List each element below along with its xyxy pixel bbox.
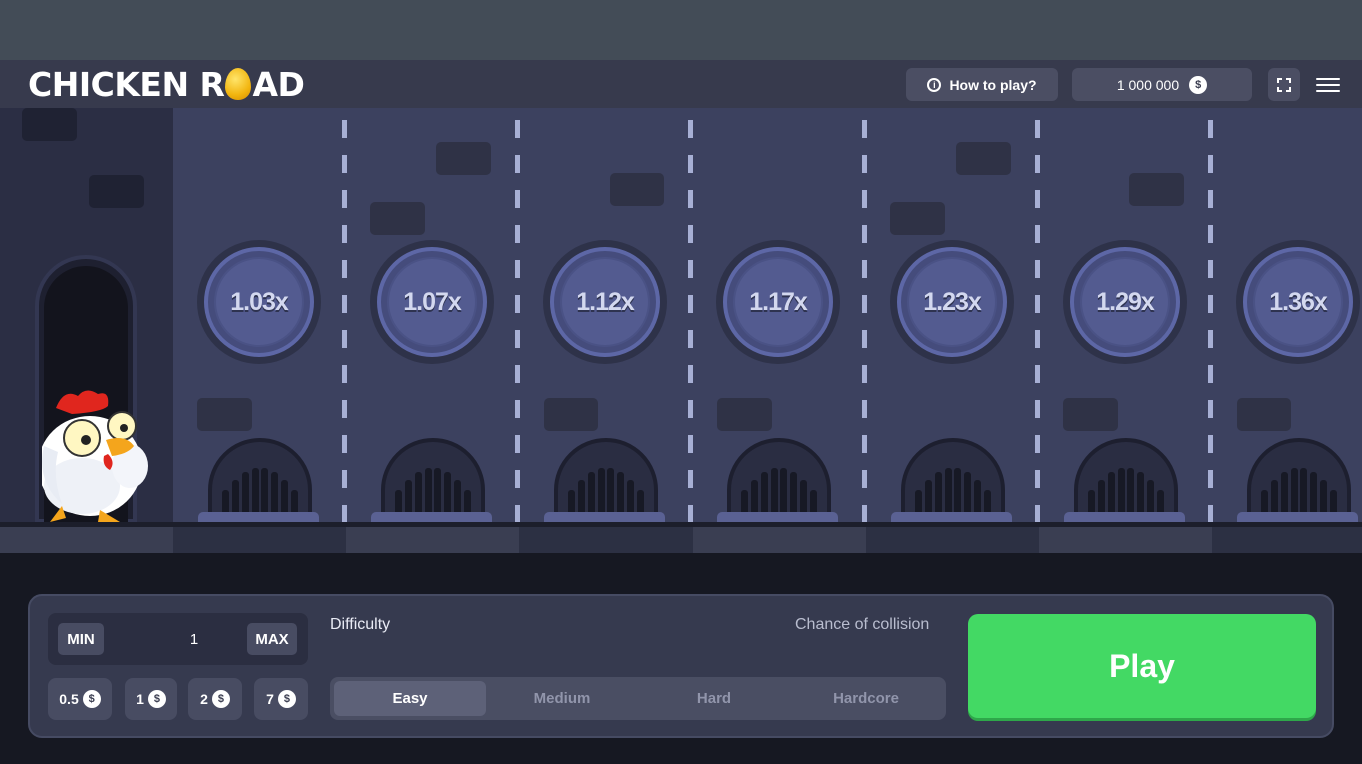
- multiplier-coin[interactable]: 1.12x: [543, 240, 667, 364]
- lane-divider: [862, 120, 867, 522]
- header-bar: CHICKEN R AD i How to play? 1 000 000 $: [0, 60, 1362, 108]
- play-button[interactable]: Play: [968, 614, 1316, 718]
- lane-divider: [688, 120, 693, 522]
- balance-display: 1 000 000 $: [1072, 68, 1252, 101]
- multiplier-coin[interactable]: 1.03x: [197, 240, 321, 364]
- difficulty-medium[interactable]: Medium: [486, 681, 638, 716]
- multiplier-value: 1.07x: [389, 259, 475, 345]
- menu-icon: [1316, 77, 1340, 80]
- quick-bet-7[interactable]: 7 $: [254, 678, 308, 720]
- how-to-play-button[interactable]: i How to play?: [906, 68, 1058, 101]
- multiplier-value: 1.03x: [216, 259, 302, 345]
- multiplier-value: 1.12x: [562, 259, 648, 345]
- quick-bet-0.5[interactable]: 0.5 $: [48, 678, 112, 720]
- golden-egg-icon: [225, 68, 252, 100]
- bet-amount-input[interactable]: 1: [154, 613, 234, 665]
- difficulty-hardcore[interactable]: Hardcore: [790, 681, 942, 716]
- fullscreen-button[interactable]: [1268, 68, 1300, 101]
- logo-text-left: CHICKEN R: [28, 64, 225, 104]
- multiplier-coin[interactable]: 1.36x: [1236, 240, 1360, 364]
- dollar-coin-icon: $: [211, 690, 230, 708]
- lane-divider: [515, 120, 520, 522]
- fullscreen-icon: [1277, 77, 1291, 92]
- lane-divider: [1035, 120, 1040, 522]
- dollar-coin-icon: $: [277, 690, 296, 708]
- difficulty-selector: Easy Medium Hard Hardcore: [330, 677, 946, 720]
- multiplier-value: 1.17x: [735, 259, 821, 345]
- wall-brick: [89, 175, 144, 208]
- control-panel: MIN 1 MAX 0.5 $ 1 $ 2 $ 7 $ Difficulty Chanc…: [28, 594, 1334, 738]
- difficulty-easy[interactable]: Easy: [334, 681, 486, 716]
- multiplier-value: 1.23x: [909, 259, 995, 345]
- info-icon: i: [927, 77, 942, 92]
- dollar-coin-icon: $: [82, 690, 101, 708]
- quick-bet-value: 1: [136, 691, 144, 707]
- quick-bet-value: 7: [266, 691, 274, 707]
- quick-bet-value: 0.5: [59, 691, 79, 707]
- max-bet-button[interactable]: MAX: [247, 623, 297, 655]
- difficulty-label: Difficulty: [330, 616, 391, 633]
- top-strip: [0, 0, 1362, 60]
- quick-bet-2[interactable]: 2 $: [188, 678, 242, 720]
- multiplier-coin[interactable]: 1.07x: [370, 240, 494, 364]
- multiplier-coin[interactable]: 1.23x: [890, 240, 1014, 364]
- game-logo: CHICKEN R AD: [28, 65, 305, 104]
- logo-text-right: AD: [252, 64, 305, 104]
- difficulty-hard[interactable]: Hard: [638, 681, 790, 716]
- multiplier-coin[interactable]: 1.29x: [1063, 240, 1187, 364]
- how-to-play-label: How to play?: [949, 76, 1037, 93]
- multiplier-coin[interactable]: 1.17x: [716, 240, 840, 364]
- collision-chance-label: Chance of collision: [795, 616, 930, 633]
- dollar-coin-icon: $: [1189, 75, 1208, 94]
- game-board: 1.03x 1.07x 1.12x 1.17x 1.23x 1.29x 1.36…: [0, 108, 1362, 553]
- lane-divider: [1208, 120, 1213, 522]
- lane-divider: [342, 120, 347, 522]
- menu-button[interactable]: [1316, 68, 1340, 101]
- dollar-coin-icon: $: [147, 690, 166, 708]
- bet-amount-box: MIN 1 MAX: [48, 613, 308, 665]
- wall-brick: [22, 108, 77, 141]
- balance-value: 1 000 000: [1116, 76, 1180, 93]
- multiplier-value: 1.29x: [1082, 259, 1168, 345]
- chicken-character: [42, 390, 148, 522]
- quick-bet-1[interactable]: 1 $: [125, 678, 177, 720]
- multiplier-value: 1.36x: [1255, 259, 1341, 345]
- min-bet-button[interactable]: MIN: [58, 623, 104, 655]
- quick-bet-value: 2: [200, 691, 208, 707]
- road-strip: [0, 527, 1362, 553]
